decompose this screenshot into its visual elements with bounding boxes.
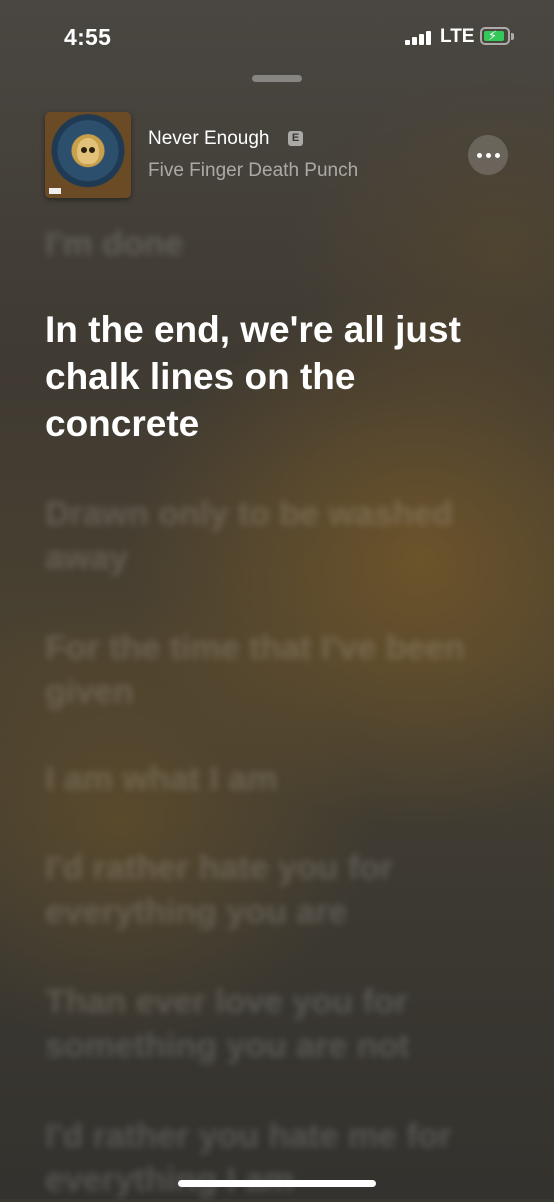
album-artwork[interactable]	[45, 112, 131, 198]
home-indicator[interactable]	[178, 1180, 376, 1187]
more-options-button[interactable]	[468, 135, 508, 175]
lyric-line[interactable]: Drawn only to be washed away	[45, 492, 515, 580]
battery-tip	[511, 33, 514, 40]
song-title[interactable]: Never Enough	[148, 128, 269, 150]
battery-charging-icon: ⚡	[480, 27, 510, 45]
lyric-line[interactable]: I am what I am	[45, 757, 515, 801]
clock: 4:55	[64, 24, 112, 50]
explicit-badge: E	[288, 131, 303, 146]
lyric-line[interactable]: For the time that I've been given	[45, 626, 515, 714]
lyric-line[interactable]: Than ever love you for something you are…	[45, 980, 515, 1068]
artist-name[interactable]: Five Finger Death Punch	[148, 160, 358, 182]
sheet-grabber[interactable]	[252, 75, 302, 82]
lyric-line[interactable]: I'd rather you hate me for everything I …	[45, 1114, 515, 1202]
lyric-line-current[interactable]: In the end, we're all just chalk lines o…	[45, 306, 515, 447]
status-bar: 4:55 LTE ⚡	[0, 0, 554, 72]
lyric-line[interactable]: I'd rather hate you for everything you a…	[45, 846, 515, 934]
lyric-line-previous[interactable]: I'm done	[45, 222, 515, 266]
cellular-signal-icon	[405, 31, 435, 45]
network-type: LTE	[440, 26, 475, 47]
